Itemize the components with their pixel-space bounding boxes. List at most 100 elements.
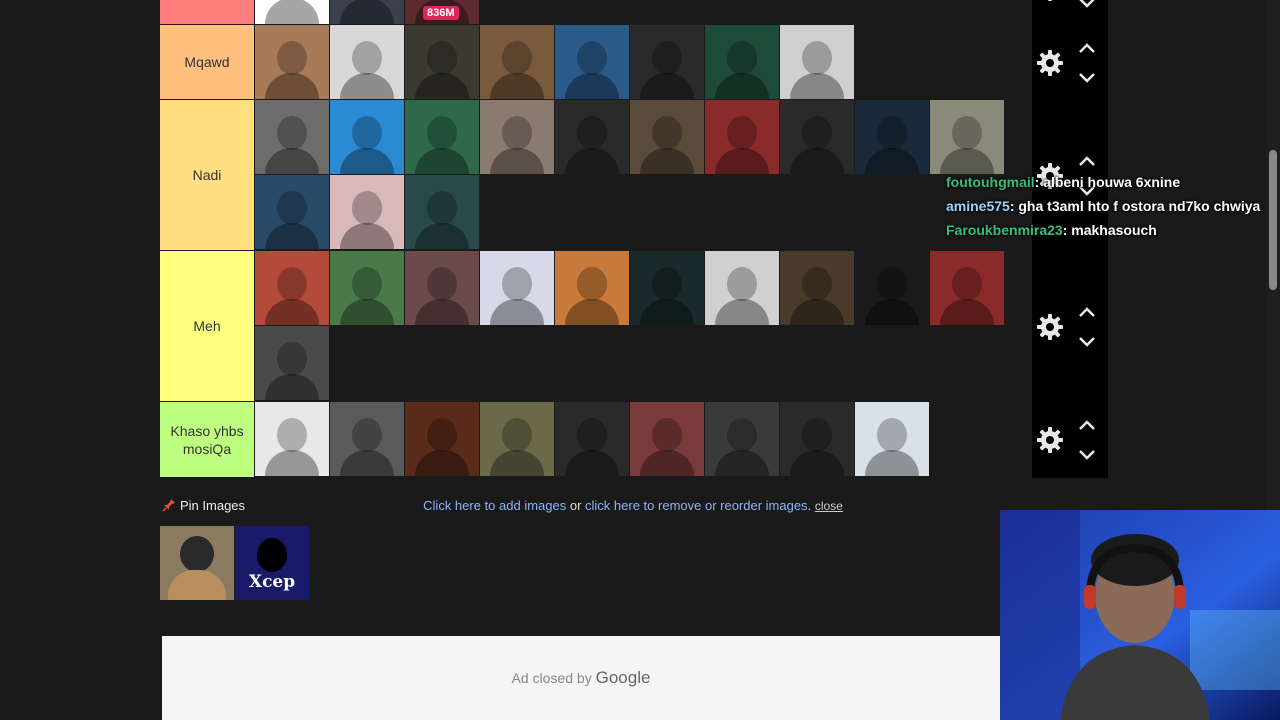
tier-item-image[interactable]	[855, 100, 929, 174]
chevron-up-icon[interactable]	[1076, 41, 1098, 55]
pinned-image[interactable]: Xcep	[235, 526, 309, 600]
portrait-head	[352, 116, 382, 150]
tier-item-image[interactable]	[480, 25, 554, 99]
tier-item-image[interactable]	[855, 402, 929, 476]
tier-item-image[interactable]	[705, 402, 779, 476]
gear-icon[interactable]	[1036, 49, 1064, 77]
tier-item-image[interactable]	[555, 25, 629, 99]
tier-item-image[interactable]	[555, 100, 629, 174]
tier-item-image[interactable]	[555, 251, 629, 325]
tier-items	[255, 402, 1031, 478]
portrait-head	[727, 116, 757, 150]
tier-item-image[interactable]	[480, 251, 554, 325]
tier-label[interactable]: Meh	[160, 251, 254, 402]
tier-item-image[interactable]	[255, 0, 329, 24]
portrait-body	[790, 148, 844, 174]
tier-item-image[interactable]	[630, 402, 704, 476]
tier-item-image[interactable]	[405, 100, 479, 174]
portrait-head	[652, 267, 682, 301]
tier-item-image[interactable]	[630, 251, 704, 325]
close-link[interactable]: close	[815, 499, 843, 513]
portrait-body	[565, 450, 619, 476]
gear-icon[interactable]	[1036, 426, 1064, 454]
chevron-down-icon[interactable]	[1076, 335, 1098, 349]
chevron-up-icon[interactable]	[1076, 418, 1098, 432]
tier-item-image[interactable]	[780, 402, 854, 476]
tier-item-image[interactable]	[930, 251, 1004, 325]
pinned-image-text: Xcep	[248, 572, 296, 592]
portrait-body	[715, 148, 769, 174]
tier-item-image[interactable]	[330, 402, 404, 476]
tier-item-image[interactable]	[630, 100, 704, 174]
tier-item-image[interactable]	[330, 251, 404, 325]
portrait-body	[940, 299, 994, 325]
tier-item-image[interactable]	[255, 100, 329, 174]
gear-icon[interactable]	[1036, 0, 1064, 2]
tier-item-image[interactable]: 836M	[405, 0, 479, 24]
tier-item-image[interactable]	[855, 251, 929, 325]
ad-closed-box: Ad closed by Google	[162, 636, 1000, 720]
tier-item-image[interactable]	[780, 251, 854, 325]
portrait-body	[490, 299, 544, 325]
portrait-head	[577, 418, 607, 452]
chevron-down-icon[interactable]	[1076, 448, 1098, 462]
portrait-head	[352, 418, 382, 452]
chevron-up-icon[interactable]	[1076, 305, 1098, 319]
tier-item-image[interactable]	[255, 402, 329, 476]
tier-item-image[interactable]	[705, 25, 779, 99]
chevron-up-icon[interactable]	[1076, 154, 1098, 168]
tier-item-image[interactable]	[555, 402, 629, 476]
tier-item-image[interactable]	[255, 251, 329, 325]
pin-images-label[interactable]: Pin Images	[160, 496, 280, 516]
tier-item-image[interactable]	[780, 25, 854, 99]
tier-item-image[interactable]	[705, 251, 779, 325]
portrait-body	[415, 299, 469, 325]
portrait-body	[265, 450, 319, 476]
portrait-head	[427, 116, 457, 150]
tier-label[interactable]: Mqawd	[160, 25, 254, 100]
portrait-head	[877, 116, 907, 150]
gear-icon[interactable]	[1036, 313, 1064, 341]
ad-closed-label: Ad closed by	[511, 670, 592, 686]
tier-item-image[interactable]	[255, 25, 329, 99]
tier-item-image[interactable]	[630, 25, 704, 99]
remove-reorder-link[interactable]: click here to remove or reorder images	[585, 498, 808, 513]
portrait-head	[502, 418, 532, 452]
chat-username: Faroukbenmira23	[946, 222, 1063, 238]
portrait-body	[265, 0, 319, 24]
portrait-head	[802, 418, 832, 452]
chevron-down-icon[interactable]	[1076, 0, 1098, 10]
tier-label[interactable]	[160, 0, 254, 25]
portrait-body	[415, 450, 469, 476]
tier-item-image[interactable]	[330, 25, 404, 99]
tier-item-image[interactable]	[255, 326, 329, 400]
tier-item-image[interactable]	[405, 251, 479, 325]
portrait-body	[490, 450, 544, 476]
tier-item-image[interactable]	[705, 100, 779, 174]
tier-item-image[interactable]	[480, 402, 554, 476]
portrait-head	[427, 41, 457, 75]
chat-overlay: foutouhgmail: albeni houwa 6xnine amine57…	[946, 170, 1264, 242]
tier-item-image[interactable]	[480, 100, 554, 174]
tier-item-image[interactable]	[330, 100, 404, 174]
tier-item-image[interactable]	[255, 175, 329, 249]
portrait-body	[265, 223, 319, 249]
tier-item-image[interactable]	[405, 175, 479, 249]
portrait-body	[490, 73, 544, 99]
tier-item-image[interactable]	[930, 100, 1004, 174]
tier-item-image[interactable]	[780, 100, 854, 174]
pinned-image[interactable]	[160, 526, 234, 600]
tier-item-image[interactable]	[405, 402, 479, 476]
tier-item-image[interactable]	[330, 0, 404, 24]
portrait-body	[340, 73, 394, 99]
portrait-body	[340, 450, 394, 476]
tier-label[interactable]: Khaso yhbs mosiQa	[160, 402, 254, 478]
tier-item-image[interactable]	[405, 25, 479, 99]
add-images-link[interactable]: Click here to add images	[423, 498, 566, 513]
tier-label[interactable]: Nadi	[160, 100, 254, 251]
tier-item-image[interactable]	[330, 175, 404, 249]
scrollbar-thumb[interactable]	[1269, 150, 1277, 290]
chevron-down-icon[interactable]	[1076, 71, 1098, 85]
portrait-head	[352, 191, 382, 225]
portrait-body	[490, 148, 544, 174]
